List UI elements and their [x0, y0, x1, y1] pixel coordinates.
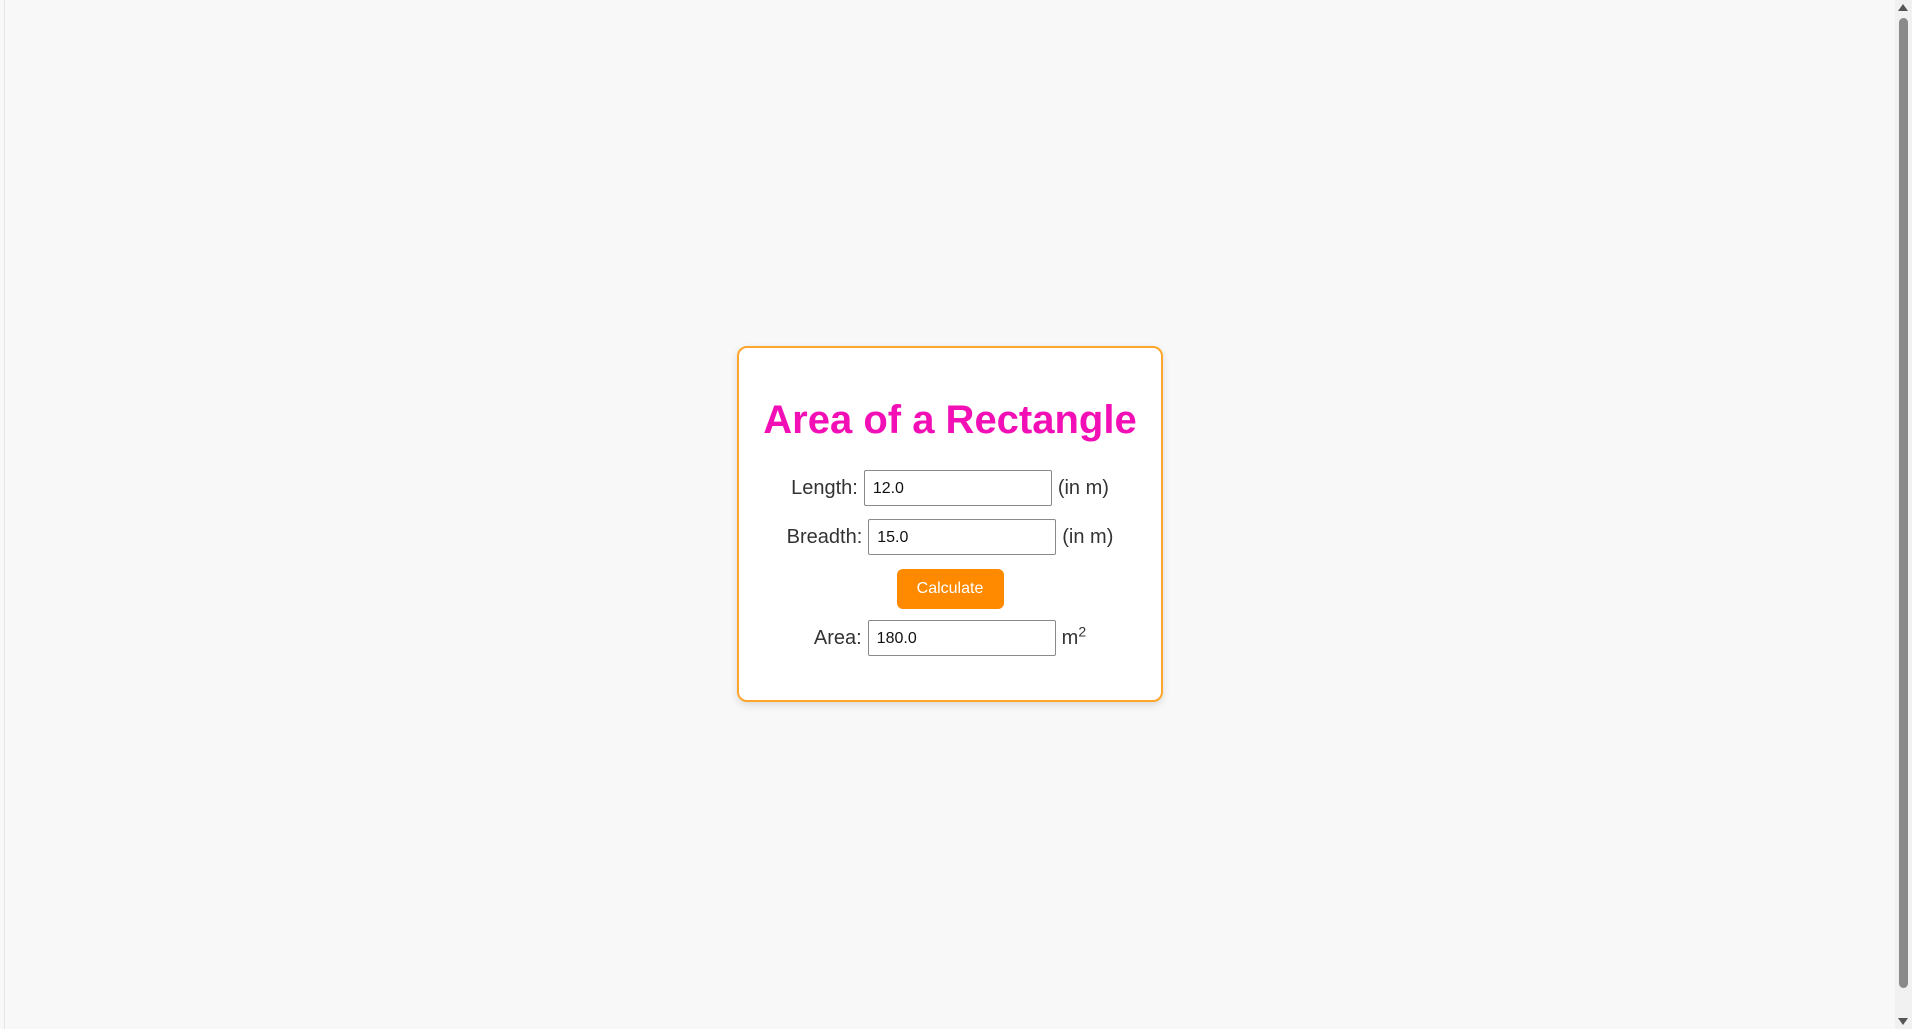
- breadth-label: Breadth:: [786, 525, 863, 548]
- length-input[interactable]: [863, 470, 1052, 506]
- breadth-unit: (in m): [1062, 525, 1114, 548]
- window-left-edge: [4, 0, 5, 1029]
- area-row: Area: m2: [739, 620, 1161, 656]
- length-row: Length: (in m): [739, 470, 1161, 506]
- area-label: Area:: [813, 626, 862, 649]
- area-unit-exponent: 2: [1078, 622, 1087, 639]
- area-output[interactable]: [867, 620, 1056, 656]
- scroll-down-icon[interactable]: [1898, 1018, 1908, 1025]
- scroll-thumb[interactable]: [1899, 18, 1908, 988]
- page: Area of a Rectangle Length: (in m) Bread…: [0, 0, 1912, 1029]
- calculate-button[interactable]: Calculate: [896, 569, 1004, 609]
- scroll-up-icon[interactable]: [1898, 4, 1908, 11]
- calculator-card: Area of a Rectangle Length: (in m) Bread…: [737, 346, 1163, 702]
- length-unit: (in m): [1057, 476, 1109, 499]
- area-unit-base: m: [1061, 626, 1079, 649]
- area-unit: m2: [1061, 624, 1086, 650]
- breadth-row: Breadth: (in m): [739, 519, 1161, 555]
- page-title: Area of a Rectangle: [763, 398, 1137, 442]
- length-label: Length:: [791, 476, 858, 499]
- vertical-scrollbar[interactable]: [1895, 0, 1912, 1029]
- breadth-input[interactable]: [868, 519, 1057, 555]
- calculate-button-wrap: Calculate: [739, 569, 1161, 609]
